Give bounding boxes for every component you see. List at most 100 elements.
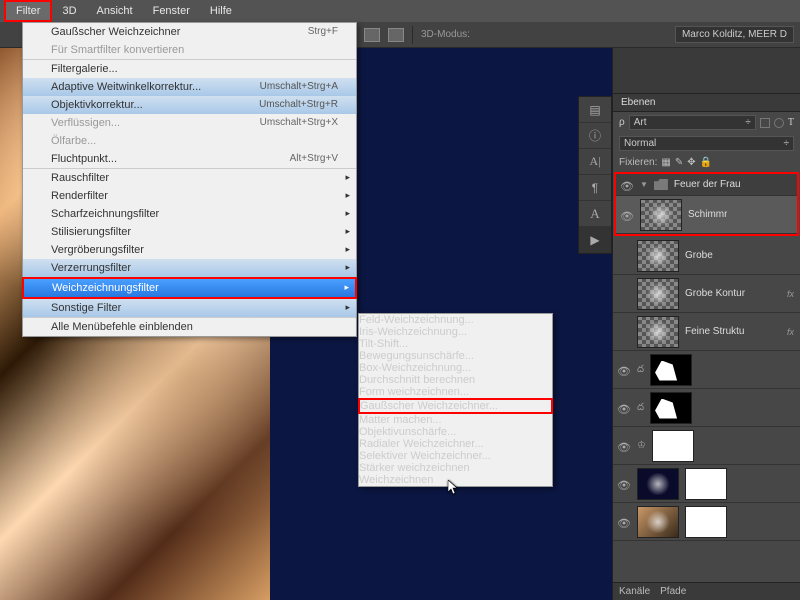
tab-kanale[interactable]: Kanäle xyxy=(619,586,650,597)
layer-row[interactable]: 👁 xyxy=(613,465,800,503)
layer-thumb[interactable] xyxy=(637,316,679,348)
visibility-icon[interactable] xyxy=(617,327,631,337)
dock-play-icon[interactable]: ▶ xyxy=(579,227,611,253)
submenu-tilt-shift: Tilt-Shift... xyxy=(359,338,552,350)
lock-all-icon[interactable]: 🔒 xyxy=(700,157,712,168)
filter-text-icon[interactable]: T xyxy=(788,117,794,128)
menu-lens-correction[interactable]: Objektivkorrektur...Umschalt+Strg+R xyxy=(23,96,356,114)
lock-label: Fixieren: xyxy=(619,157,657,168)
layer-row[interactable]: 👁 ద xyxy=(613,351,800,389)
menu-blur[interactable]: Weichzeichnungsfilter xyxy=(24,279,355,297)
submenu-gaussian-blur[interactable]: Gaußscher Weichzeichner... xyxy=(360,400,551,412)
mode-label: 3D-Modus: xyxy=(421,29,470,40)
right-panel: Ebenen ρ Art÷ T Normal÷ Fixieren: ▦ ✎ ✥ … xyxy=(612,48,800,600)
dock-char-icon[interactable]: A xyxy=(579,201,611,227)
lock-move-icon[interactable]: ✥ xyxy=(687,157,695,168)
layer-row[interactable]: 👁 xyxy=(613,503,800,541)
submenu-blur-more[interactable]: Stärker weichzeichnen xyxy=(359,462,552,474)
menu-adaptive-wide[interactable]: Adaptive Weitwinkelkorrektur...Umschalt+… xyxy=(23,78,356,96)
layer-row[interactable]: Grobe Kontur fx xyxy=(613,275,800,313)
menu-filter[interactable]: Filter xyxy=(4,0,52,22)
layer-thumb[interactable] xyxy=(637,278,679,310)
layer-thumb[interactable] xyxy=(640,199,682,231)
submenu-box-blur[interactable]: Box-Weichzeichnung... xyxy=(359,362,552,374)
filter-image-icon[interactable] xyxy=(760,118,770,128)
visibility-icon[interactable]: 👁 xyxy=(620,180,634,190)
submenu-radial-blur[interactable]: Radialer Weichzeichner... xyxy=(359,438,552,450)
layer-group-row[interactable]: 👁 ▼ Feuer der Frau xyxy=(616,174,797,196)
dock-info-icon[interactable]: ⓘ xyxy=(579,123,611,149)
menu-distort[interactable]: Verzerrungsfilter xyxy=(23,259,356,277)
menu-3d[interactable]: 3D xyxy=(52,2,86,20)
submenu-shape-blur[interactable]: Form weichzeichnen... xyxy=(359,386,552,398)
visibility-icon[interactable] xyxy=(617,251,631,261)
layer-row[interactable]: 👁 ♔ xyxy=(613,427,800,465)
menu-vanishing-point[interactable]: Fluchtpunkt...Alt+Strg+V xyxy=(23,150,356,169)
visibility-icon[interactable]: 👁 xyxy=(617,403,631,413)
submenu-matte[interactable]: Matter machen... xyxy=(359,414,552,426)
visibility-icon[interactable]: 👁 xyxy=(617,365,631,375)
layer-name: Grobe xyxy=(685,250,713,261)
layer-row[interactable]: Feine Struktu fx xyxy=(613,313,800,351)
side-dock: ▤ ⓘ A| ¶ A ▶ xyxy=(578,96,612,254)
layer-row-selected[interactable]: 👁 Schimmr xyxy=(616,196,797,234)
fx-badge[interactable]: fx xyxy=(787,327,794,337)
submenu-selective-blur[interactable]: Selektiver Weichzeichner... xyxy=(359,450,552,462)
lock-pixels-icon[interactable]: ▦ xyxy=(661,157,670,168)
menu-stylize[interactable]: Stilisierungsfilter xyxy=(23,223,356,241)
fx-badge[interactable]: fx xyxy=(787,289,794,299)
menu-oil-paint: Ölfarbe... xyxy=(23,132,356,150)
layer-row[interactable]: 👁 ద xyxy=(613,389,800,427)
layer-mask-thumb[interactable] xyxy=(685,506,727,538)
folder-icon xyxy=(654,179,668,190)
visibility-icon[interactable]: 👁 xyxy=(617,441,631,451)
user-badge[interactable]: Marco Kolditz, MEER D xyxy=(675,26,794,43)
menu-fenster[interactable]: Fenster xyxy=(143,2,200,20)
layer-name: Schimmr xyxy=(688,209,727,220)
menubar: Filter 3D Ansicht Fenster Hilfe xyxy=(0,0,800,22)
dock-paragraph-icon[interactable]: ¶ xyxy=(579,175,611,201)
layer-thumb[interactable] xyxy=(652,430,694,462)
menu-render[interactable]: Renderfilter xyxy=(23,187,356,205)
layer-thumb[interactable] xyxy=(637,240,679,272)
tab-pfade[interactable]: Pfade xyxy=(660,586,686,597)
blur-submenu: Feld-Weichzeichnung... Iris-Weichzeichnu… xyxy=(358,313,553,487)
menu-filter-gallery[interactable]: Filtergalerie... xyxy=(23,60,356,78)
filter-adjust-icon[interactable] xyxy=(774,118,784,128)
mouse-cursor xyxy=(448,480,460,496)
layers-panel-tab[interactable]: Ebenen xyxy=(613,94,800,112)
submenu-lens-blur: Objektivunschärfe... xyxy=(359,426,552,438)
layer-row[interactable]: Grobe xyxy=(613,237,800,275)
menu-noise[interactable]: Rauschfilter xyxy=(23,169,356,187)
layer-thumb[interactable] xyxy=(637,506,679,538)
dock-histogram-icon[interactable]: ▤ xyxy=(579,97,611,123)
visibility-icon[interactable]: 👁 xyxy=(617,517,631,527)
tool-icon[interactable] xyxy=(388,28,404,42)
layer-thumb[interactable] xyxy=(650,392,692,424)
dock-text-icon[interactable]: A| xyxy=(579,149,611,175)
menu-last-filter[interactable]: Gaußscher WeichzeichnerStrg+F xyxy=(23,23,356,41)
layer-thumb[interactable] xyxy=(650,354,692,386)
lock-brush-icon[interactable]: ✎ xyxy=(675,157,683,168)
visibility-icon[interactable]: 👁 xyxy=(620,210,634,220)
layer-mask-thumb[interactable] xyxy=(685,468,727,500)
layer-filter-select[interactable]: Art÷ xyxy=(629,115,756,130)
menu-sharpen[interactable]: Scharfzeichnungsfilter xyxy=(23,205,356,223)
menu-ansicht[interactable]: Ansicht xyxy=(87,2,143,20)
layer-thumb[interactable] xyxy=(637,468,679,500)
menu-pixelate[interactable]: Vergröberungsfilter xyxy=(23,241,356,259)
submenu-average[interactable]: Durchschnitt berechnen xyxy=(359,374,552,386)
filter-menu-dropdown: Gaußscher WeichzeichnerStrg+F Für Smartf… xyxy=(22,22,357,337)
submenu-motion-blur[interactable]: Bewegungsunschärfe... xyxy=(359,350,552,362)
submenu-iris-blur: Iris-Weichzeichnung... xyxy=(359,326,552,338)
visibility-icon[interactable] xyxy=(617,289,631,299)
menu-hilfe[interactable]: Hilfe xyxy=(200,2,242,20)
layer-name: Feine Struktu xyxy=(685,326,744,337)
menu-show-all[interactable]: Alle Menübefehle einblenden xyxy=(23,318,356,336)
visibility-icon[interactable]: 👁 xyxy=(617,479,631,489)
menu-other[interactable]: Sonstige Filter xyxy=(23,299,356,318)
submenu-field-blur: Feld-Weichzeichnung... xyxy=(359,314,552,326)
blend-mode-select[interactable]: Normal÷ xyxy=(619,136,794,151)
layer-name: Grobe Kontur xyxy=(685,288,745,299)
tool-icon[interactable] xyxy=(364,28,380,42)
